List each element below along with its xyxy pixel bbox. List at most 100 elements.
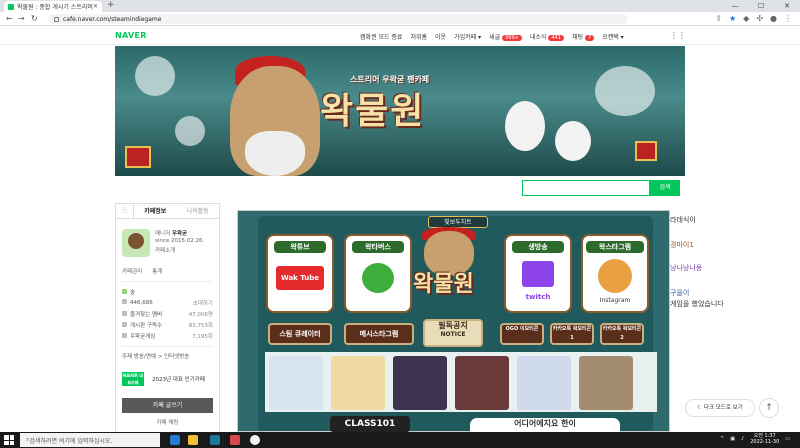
windows-start-icon[interactable] bbox=[4, 435, 14, 445]
task-view-icon[interactable] bbox=[170, 435, 180, 445]
forward-icon[interactable]: → bbox=[18, 14, 25, 23]
network-icon[interactable]: ▣ bbox=[730, 436, 735, 442]
dark-mode-button[interactable]: ☾ 다크 모드로 보기 bbox=[685, 399, 755, 417]
browser-tab-strip: 왁물원 : 종합 게시기 스트리머 ... ✕ + — ☐ ✕ bbox=[0, 0, 800, 12]
news-badge: 441 bbox=[548, 35, 564, 41]
cafe-search-input[interactable] bbox=[522, 180, 650, 196]
maximize-icon[interactable]: ☐ bbox=[748, 0, 774, 12]
apps-grid-icon[interactable]: ⋮⋮ bbox=[670, 31, 686, 40]
gnb-item[interactable]: 처위홈 bbox=[410, 32, 427, 41]
ogq-emoticon-button[interactable]: OGO 이모티콘 bbox=[500, 323, 544, 345]
cafe-stats: 숲 446,686 초대하기 즐겨찾는 멤버 47,006명 게시판 구독수 83,7… bbox=[122, 288, 213, 340]
bottom-sign: 어디어에지요 한이 bbox=[470, 418, 620, 432]
gnb-item-new-posts[interactable]: 새글 999+ bbox=[489, 32, 522, 41]
gift-icon bbox=[635, 141, 657, 161]
gnb-item[interactable]: 캠화권 모드 종료 bbox=[360, 32, 402, 41]
mesistagram-button[interactable]: 메시스타그램 bbox=[344, 323, 414, 345]
gnb-item[interactable]: 가입카페 ▾ bbox=[454, 32, 481, 41]
kakao-emoticon1-button[interactable]: 카카오톡 왁모티콘1 bbox=[550, 323, 594, 345]
gnb-item-news[interactable]: 내소식 441 bbox=[530, 32, 564, 41]
favorite-star-icon[interactable]: ☆ bbox=[116, 204, 134, 218]
gnb-item[interactable]: 이웃 bbox=[435, 32, 446, 41]
sign-title: 왁타버스 bbox=[352, 241, 404, 253]
instagram-avatar-icon bbox=[598, 259, 632, 293]
taskbar-search[interactable]: ⌕ 검색하려면 여기에 입력하십시오. bbox=[20, 433, 160, 447]
cafe-banner[interactable]: 스트리머 우왁굳 팬카페 왁물원 bbox=[115, 46, 685, 176]
center-logo: 왁물원 bbox=[413, 272, 474, 297]
kakao-emoticon2-button[interactable]: 카카오톡 왁모티콘2 bbox=[600, 323, 644, 345]
notice-button[interactable]: 필독공지 NOTICE bbox=[423, 319, 483, 347]
close-window-icon[interactable]: ✕ bbox=[774, 0, 800, 12]
notification-icon[interactable]: ▭ bbox=[785, 436, 790, 442]
member-thumbnail[interactable] bbox=[269, 356, 323, 410]
write-post-button[interactable]: 카페 글쓰기 bbox=[122, 398, 213, 413]
member-thumbnail[interactable] bbox=[579, 356, 633, 410]
menu-icon[interactable]: ⋮ bbox=[784, 14, 792, 23]
address-bar[interactable]: cafe.naver.com/steamindiegame bbox=[48, 14, 628, 24]
close-tab-icon[interactable]: ✕ bbox=[93, 3, 98, 10]
chrome-icon[interactable] bbox=[250, 435, 260, 445]
class101-banner[interactable]: CLASS101 bbox=[330, 416, 410, 432]
member-icon bbox=[122, 299, 127, 304]
browser-extension-icons: ⇪ ★ ◆ ✣ ● ⋮ bbox=[715, 14, 792, 23]
tray-arrow-icon[interactable]: ^ bbox=[720, 436, 724, 442]
lock-icon bbox=[54, 16, 59, 22]
cafe-topic[interactable]: 주제 방송/연예 > 인터넷방송 bbox=[122, 346, 213, 360]
tab-title: 왁물원 : 종합 게시기 스트리머 ... bbox=[17, 4, 93, 11]
manager-name[interactable]: 우왁굳 bbox=[172, 231, 187, 237]
new-posts-badge: 999+ bbox=[502, 35, 522, 41]
puzzle-icon[interactable]: ✣ bbox=[756, 14, 763, 23]
sidebar-tabs: ☆ 카페정보 나의활동 bbox=[116, 204, 219, 219]
award: NAVER 대표카페 2023년 대표 인기카페 bbox=[122, 372, 213, 386]
cafe-search-button[interactable]: 검색 bbox=[650, 180, 680, 196]
naver-logo[interactable]: NAVER bbox=[115, 31, 147, 40]
gift-icon bbox=[125, 146, 151, 168]
file-explorer-icon[interactable] bbox=[188, 435, 198, 445]
banner-title: 왁물원 bbox=[320, 91, 426, 132]
cafe-info-sidebar: ☆ 카페정보 나의활동 매니저 우왁굳 since 2015.02.26. 카페… bbox=[115, 203, 220, 433]
member-thumbnail[interactable] bbox=[393, 356, 447, 410]
windows-taskbar: ⌕ 검색하려면 여기에 입력하십시오. ^ ▣ ♪ 오전 1:37 2022-11… bbox=[0, 432, 800, 448]
billboard-title: 빛보두치트 bbox=[428, 216, 488, 228]
back-icon[interactable]: ← bbox=[6, 14, 13, 23]
scroll-top-button[interactable]: ↑ bbox=[759, 398, 779, 418]
minimize-icon[interactable]: — bbox=[722, 0, 748, 12]
twitch-caption: twitch bbox=[525, 293, 551, 301]
app-icon[interactable] bbox=[230, 435, 240, 445]
invite-link[interactable]: 초대하기 bbox=[193, 299, 213, 307]
sign-title: 왁스타그램 bbox=[586, 241, 644, 253]
member-thumbnail[interactable] bbox=[331, 356, 385, 410]
cafe-chat-button[interactable]: 카페 채팅 bbox=[122, 418, 213, 428]
tab-cafe-info[interactable]: 카페정보 bbox=[134, 204, 177, 218]
steam-curator-button[interactable]: 스팀 큐레이터 bbox=[268, 323, 332, 345]
cafe-manage-link[interactable]: 카페관리 bbox=[122, 267, 142, 275]
system-tray: ^ ▣ ♪ 오전 1:37 2022-11-30 ▭ bbox=[720, 433, 790, 445]
member-strip bbox=[265, 352, 657, 412]
extension-icon[interactable]: ◆ bbox=[743, 14, 749, 23]
stats-link[interactable]: 통계 bbox=[152, 267, 162, 275]
cafe-intro-link[interactable]: 카페소개 bbox=[155, 246, 175, 254]
app-icon[interactable] bbox=[210, 435, 220, 445]
tab-my-activity[interactable]: 나의활동 bbox=[177, 204, 220, 218]
reload-icon[interactable]: ↻ bbox=[31, 14, 38, 23]
gnb-item-user[interactable]: 오캔택 ▾ bbox=[602, 32, 623, 41]
clock[interactable]: 오전 1:37 2022-11-30 bbox=[750, 433, 779, 445]
beard-icon bbox=[245, 131, 305, 176]
cafe-avatar[interactable] bbox=[122, 229, 150, 257]
chat-line: 라데식이 bbox=[670, 216, 696, 224]
member-thumbnail[interactable] bbox=[455, 356, 509, 410]
volume-icon[interactable]: ♪ bbox=[741, 436, 744, 442]
profile-icon[interactable]: ● bbox=[770, 14, 777, 23]
new-tab-icon[interactable]: + bbox=[107, 0, 115, 10]
member-thumbnail[interactable] bbox=[517, 356, 571, 410]
share-icon[interactable]: ⇪ bbox=[715, 14, 722, 23]
waktaverse-logo-icon bbox=[362, 263, 394, 293]
url-text: cafe.naver.com/steamindiegame bbox=[63, 15, 162, 23]
naver-cafe-favicon-icon bbox=[8, 3, 14, 10]
browser-tab[interactable]: 왁물원 : 종합 게시기 스트리머 ... ✕ bbox=[4, 1, 102, 12]
award-text[interactable]: 2023년 대표 인기카페 bbox=[152, 375, 205, 383]
gnb-item-chat[interactable]: 채팅 7 bbox=[572, 32, 595, 41]
chat-badge: 7 bbox=[585, 35, 595, 41]
stat-row: 게시판 구독수 83,753회 bbox=[122, 321, 213, 329]
bookmark-star-icon[interactable]: ★ bbox=[729, 14, 736, 23]
